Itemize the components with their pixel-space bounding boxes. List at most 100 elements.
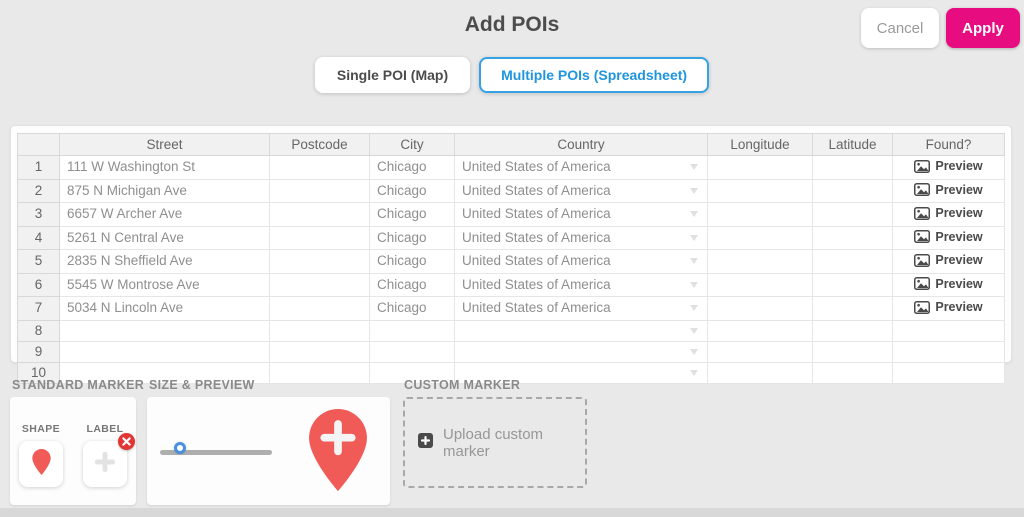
preview-button[interactable]: Preview [914, 156, 983, 176]
cell-postcode[interactable] [269, 361, 370, 384]
cell-street[interactable]: 111 W Washington St [59, 155, 270, 180]
cell-latitude[interactable] [812, 340, 893, 363]
label-picker-button[interactable] [83, 433, 135, 487]
cell-latitude[interactable] [812, 225, 893, 250]
row-number: 7 [17, 296, 60, 321]
cancel-button[interactable]: Cancel [861, 8, 939, 48]
cell-postcode[interactable] [269, 178, 370, 203]
standard-marker-panel: SHAPE LABEL [10, 397, 136, 505]
row-number: 6 [17, 272, 60, 297]
table-row: 3 6657 W Archer Ave Chicago United State… [17, 202, 1005, 227]
cell-latitude[interactable] [812, 155, 893, 180]
image-icon [914, 206, 931, 220]
chevron-down-icon[interactable] [690, 234, 698, 241]
image-icon [914, 183, 931, 196]
cell-country[interactable]: United States of America [454, 155, 708, 180]
cell-postcode[interactable] [269, 225, 370, 250]
label-label: LABEL [86, 423, 124, 435]
chevron-down-icon[interactable] [690, 281, 698, 288]
cell-street[interactable] [59, 340, 270, 363]
row-number: 1 [17, 155, 60, 180]
cell-longitude[interactable] [707, 296, 813, 321]
cell-longitude[interactable] [707, 202, 813, 227]
preview-button[interactable]: Preview [914, 274, 983, 294]
preview-button[interactable]: Preview [914, 250, 983, 270]
apply-button[interactable]: Apply [946, 8, 1020, 48]
preview-button[interactable]: Preview [914, 227, 983, 247]
cell-latitude[interactable] [812, 296, 893, 321]
table-row: 4 5261 N Central Ave Chicago United Stat… [17, 225, 1005, 250]
cell-city[interactable]: Chicago [369, 272, 455, 297]
cell-latitude[interactable] [812, 319, 893, 342]
cell-street[interactable]: 875 N Michigan Ave [59, 178, 270, 203]
cell-country[interactable] [454, 340, 708, 363]
chevron-down-icon[interactable] [690, 164, 698, 171]
cell-country[interactable]: United States of America [454, 272, 708, 297]
tab-multiple-pois[interactable]: Multiple POIs (Spreadsheet) [479, 57, 710, 93]
image-icon [914, 277, 931, 290]
chevron-down-icon[interactable] [690, 305, 698, 312]
remove-label-button[interactable] [118, 433, 135, 450]
image-icon [914, 159, 931, 173]
cell-latitude[interactable] [812, 249, 893, 274]
cell-country[interactable]: United States of America [454, 202, 708, 227]
cell-postcode[interactable] [269, 155, 370, 180]
cell-longitude[interactable] [707, 340, 813, 363]
cell-city[interactable] [369, 340, 455, 363]
cell-longitude[interactable] [707, 178, 813, 203]
cell-street[interactable]: 5261 N Central Ave [59, 225, 270, 250]
cell-street[interactable]: 6657 W Archer Ave [59, 202, 270, 227]
preview-button[interactable]: Preview [914, 180, 983, 200]
cell-city[interactable]: Chicago [369, 225, 455, 250]
cell-latitude[interactable] [812, 202, 893, 227]
cell-longitude[interactable] [707, 155, 813, 180]
size-slider-handle[interactable] [174, 442, 186, 454]
cell-latitude[interactable] [812, 178, 893, 203]
cell-city[interactable]: Chicago [369, 249, 455, 274]
cell-city[interactable] [369, 319, 455, 342]
shape-option: SHAPE [19, 423, 63, 505]
cell-postcode[interactable] [269, 249, 370, 274]
cell-longitude[interactable] [707, 272, 813, 297]
chevron-down-icon[interactable] [690, 211, 698, 218]
upload-custom-marker-dropzone[interactable]: Upload custom marker [403, 397, 587, 488]
cell-street[interactable] [59, 319, 270, 342]
cell-street[interactable]: 2835 N Sheffield Ave [59, 249, 270, 274]
chevron-down-icon[interactable] [690, 258, 698, 265]
shape-picker-button[interactable] [19, 441, 63, 487]
cell-longitude[interactable] [707, 249, 813, 274]
cell-country[interactable]: United States of America [454, 225, 708, 250]
chevron-down-icon[interactable] [690, 187, 698, 194]
cell-country[interactable]: United States of America [454, 296, 708, 321]
preview-button[interactable]: Preview [914, 203, 983, 223]
cell-latitude[interactable] [812, 361, 893, 384]
cell-city[interactable]: Chicago [369, 155, 455, 180]
tab-single-poi[interactable]: Single POI (Map) [314, 57, 471, 93]
preview-button[interactable]: Preview [914, 297, 983, 317]
chevron-down-icon[interactable] [690, 348, 698, 355]
cell-postcode[interactable] [269, 202, 370, 227]
cell-latitude[interactable] [812, 272, 893, 297]
cell-city[interactable]: Chicago [369, 202, 455, 227]
cell-longitude[interactable] [707, 361, 813, 384]
cell-country[interactable]: United States of America [454, 178, 708, 203]
cell-found [892, 361, 1005, 384]
cell-longitude[interactable] [707, 225, 813, 250]
cell-postcode[interactable] [269, 296, 370, 321]
cell-postcode[interactable] [269, 340, 370, 363]
cell-country[interactable]: United States of America [454, 249, 708, 274]
col-header-country: Country [454, 133, 708, 156]
cell-street[interactable]: 5545 W Montrose Ave [59, 272, 270, 297]
preview-label: Preview [935, 253, 983, 267]
cell-postcode[interactable] [269, 319, 370, 342]
cell-city[interactable]: Chicago [369, 296, 455, 321]
cell-street[interactable]: 5034 N Lincoln Ave [59, 296, 270, 321]
chevron-down-icon[interactable] [690, 369, 698, 376]
chevron-down-icon[interactable] [690, 327, 698, 334]
cell-postcode[interactable] [269, 272, 370, 297]
cell-country[interactable] [454, 319, 708, 342]
plus-icon [93, 450, 117, 479]
cell-city[interactable]: Chicago [369, 178, 455, 203]
cell-longitude[interactable] [707, 319, 813, 342]
country-value: United States of America [462, 182, 611, 198]
